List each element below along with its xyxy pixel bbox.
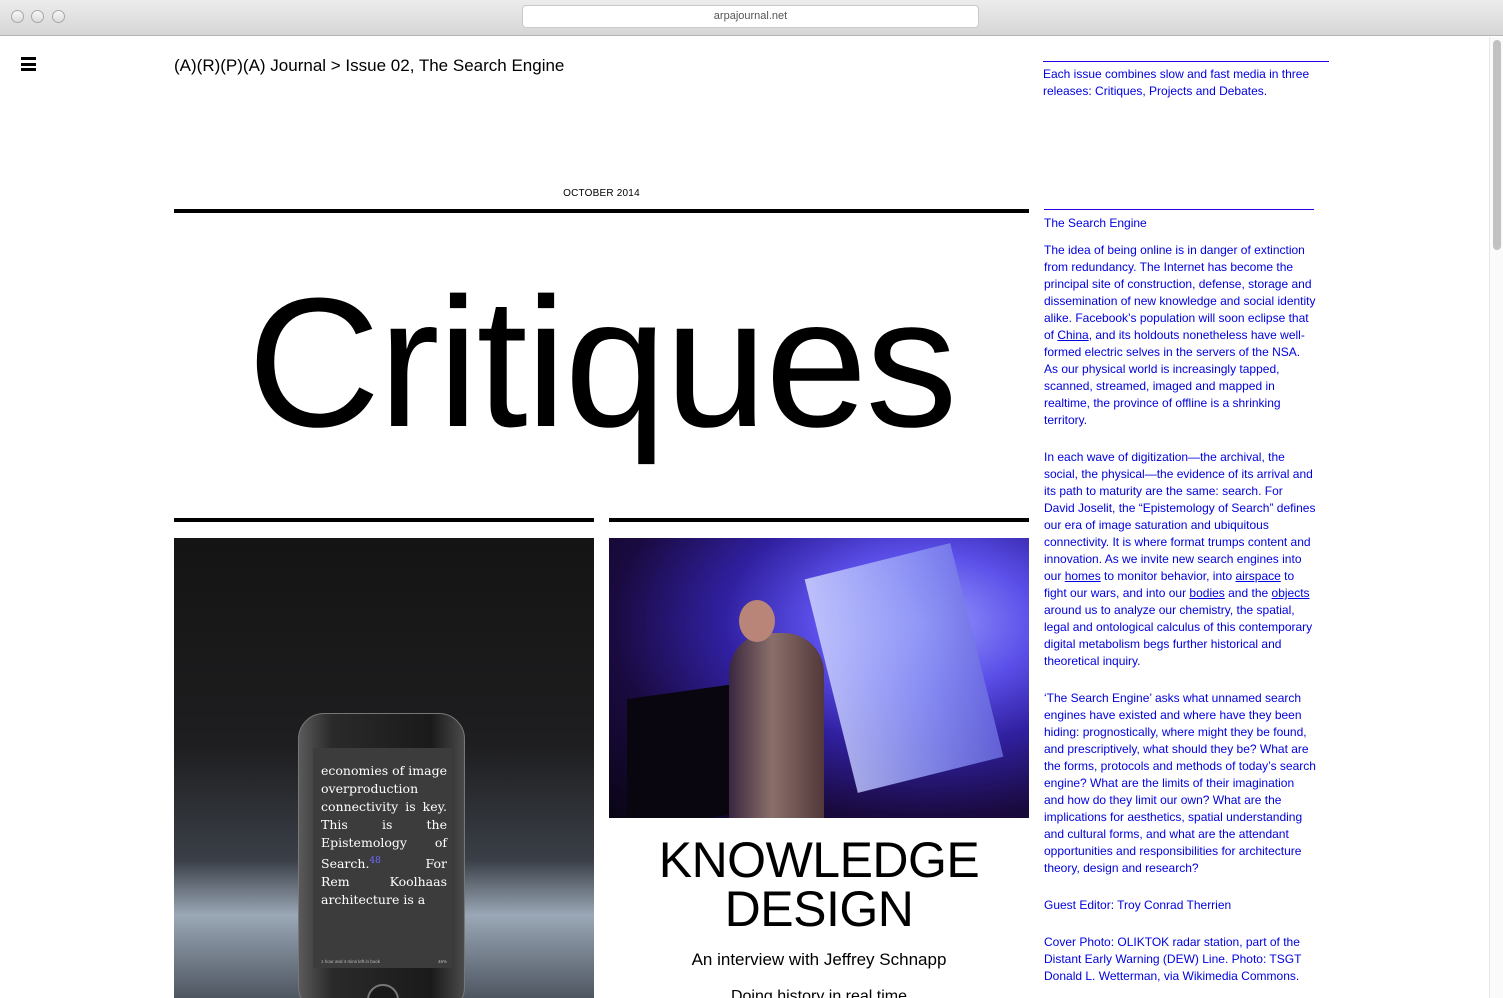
address-bar[interactable]: arpajournal.net — [522, 5, 979, 28]
link-china[interactable]: China — [1057, 328, 1088, 342]
sidebar-paragraph-1: The idea of being online is in danger of… — [1044, 243, 1316, 427]
link-objects[interactable]: objects — [1272, 586, 1310, 600]
article-title-line1: KNOWLEDGE — [658, 832, 980, 888]
article-title[interactable]: KNOWLEDGE DESIGN — [609, 832, 1029, 937]
phone-screen: economies of image overproduction connec… — [313, 748, 452, 968]
scrollbar-thumb[interactable] — [1493, 40, 1501, 250]
phone-status: 1 hour and 4 mins left in book 46% — [321, 959, 447, 964]
article-title-line2: DESIGN — [724, 881, 914, 937]
book-projection — [804, 543, 1004, 793]
phone-reading-percent: 46% — [437, 959, 447, 964]
cover-photo-credit: Cover Photo: OLIKTOK radar station, part… — [1044, 935, 1302, 983]
phone-footnote: 48 — [369, 856, 381, 866]
article-subtitle[interactable]: An interview with Jeffrey Schnapp — [609, 950, 1029, 970]
sidebar-paragraph-2: In each wave of digitization—the archiva… — [1044, 450, 1316, 668]
sidebar-heading: The Search Engine — [1044, 216, 1147, 230]
sidebar-paragraph-3: ‘The Search Engine’ asks what unnamed se… — [1044, 691, 1316, 875]
minimize-window-button[interactable] — [31, 10, 44, 23]
home-button-icon — [367, 984, 399, 998]
article-card-phone-image[interactable]: economies of image overproduction connec… — [174, 538, 594, 998]
phone-excerpt-text: economies of image overproduction connec… — [321, 763, 447, 872]
intro-divider — [1043, 61, 1329, 62]
speaker-figure — [729, 633, 824, 818]
phone-reading-status: 1 hour and 4 mins left in book — [321, 959, 381, 964]
browser-toolbar: arpajournal.net — [0, 0, 1503, 36]
article-image[interactable] — [609, 538, 1029, 818]
page-title: Critiques — [247, 259, 957, 465]
page-scrollbar[interactable] — [1489, 37, 1503, 998]
link-bodies[interactable]: bodies — [1189, 586, 1224, 600]
sidebar-description: The Search Engine The idea of being onli… — [1044, 215, 1316, 998]
article-tagline: Doing history in real time — [730, 988, 908, 998]
guest-editor: Guest Editor: Troy Conrad Therrien — [1044, 898, 1232, 912]
card-divider-left — [174, 518, 594, 522]
issue-intro: Each issue combines slow and fast media … — [1043, 67, 1310, 98]
sidebar-divider — [1044, 209, 1314, 210]
title-divider — [174, 209, 1029, 213]
zoom-window-button[interactable] — [52, 10, 65, 23]
speaker-head — [739, 600, 775, 642]
link-homes[interactable]: homes — [1065, 569, 1101, 583]
close-window-button[interactable] — [11, 10, 24, 23]
menu-icon[interactable] — [21, 57, 36, 71]
smartphone-image: economies of image overproduction connec… — [298, 713, 465, 998]
link-airspace[interactable]: airspace — [1235, 569, 1280, 583]
breadcrumb[interactable]: (A)(R)(P)(A) Journal > Issue 02, The Sea… — [174, 56, 564, 76]
phone-excerpt: economies of image overproduction connec… — [321, 762, 447, 909]
issue-date: OCTOBER 2014 — [563, 188, 640, 199]
card-divider-right — [609, 518, 1029, 522]
